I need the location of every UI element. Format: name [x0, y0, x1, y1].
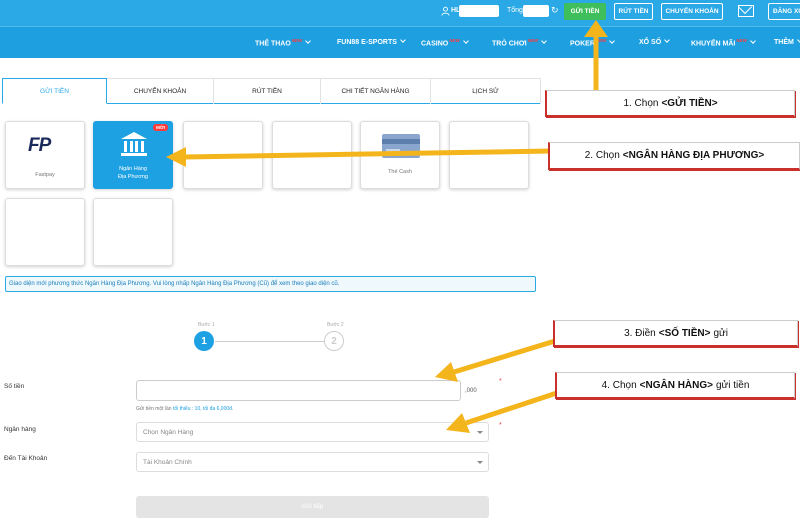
instruction-step-4: 4. Chọn <NGÂN HÀNG> gửi tiền — [555, 372, 795, 399]
method-label: Địa Phương — [118, 174, 148, 180]
method-label: Ngân Hàng — [119, 166, 147, 172]
withdraw-button[interactable]: RÚT TIỀN — [614, 3, 653, 20]
step-1-indicator: 1 — [194, 331, 214, 351]
bank-label: Ngân hàng — [4, 426, 36, 433]
step-1-label: Bước 1 — [198, 322, 215, 328]
chevron-down-icon — [541, 38, 548, 45]
account-label: Đến Tài Khoản — [4, 455, 48, 462]
chevron-down-icon — [305, 38, 312, 45]
method-empty[interactable] — [449, 121, 529, 189]
chevron-down-icon — [664, 37, 671, 43]
instruction-step-2: 2. Chọn <NGÂN HÀNG ĐỊA PHƯƠNG> — [548, 142, 800, 170]
submit-button[interactable]: Gửi tiếp — [136, 496, 489, 518]
method-fastpay[interactable]: FP Fastpay — [5, 121, 85, 189]
chevron-down-icon — [462, 38, 469, 45]
tab-history[interactable]: LỊCH SỬ — [431, 78, 541, 104]
instruction-step-3: 3. Điền <SỐ TIỀN> gửi — [553, 320, 798, 347]
chevron-down-icon — [609, 38, 616, 45]
step-2-indicator: 2 — [324, 331, 344, 351]
method-label: Fastpay — [35, 172, 55, 178]
card-icon — [382, 134, 420, 158]
new-badge: NEW — [595, 38, 607, 43]
amount-input[interactable] — [136, 380, 461, 401]
deposit-button[interactable]: GỬI TIỀN — [564, 3, 606, 20]
new-badge: MỚI — [153, 124, 168, 131]
method-empty[interactable] — [183, 121, 263, 189]
fastpay-logo: FP — [28, 135, 51, 156]
tab-deposit[interactable]: GỬI TIỀN — [2, 78, 107, 104]
caret-down-icon — [477, 461, 483, 464]
account-select-value: Tài Khoản Chính — [143, 459, 192, 466]
new-badge: NEW — [527, 38, 539, 43]
nav-games[interactable]: TRÒ CHƠINEW — [492, 38, 548, 47]
bank-select-value: Chọn Ngân Hàng — [143, 429, 194, 436]
info-banner: Giao diện mới phương thức Ngân Hàng Địa … — [5, 276, 536, 292]
nav-more[interactable]: THÊM — [774, 37, 800, 46]
tab-transfer[interactable]: CHUYỂN KHOẢN — [107, 78, 214, 104]
method-local-bank[interactable]: MỚI Ngân Hàng Địa Phương — [93, 121, 173, 189]
nav-sports[interactable]: THỂ THAONEW — [255, 38, 312, 47]
amount-hint: Gửi tiền một lần tối thiểu : 10, tối đa … — [136, 406, 234, 412]
step-2-label: Bước 2 — [327, 322, 344, 328]
chevron-down-icon — [750, 38, 756, 45]
method-the-cash[interactable]: Thẻ Cash — [360, 121, 440, 189]
amount-label: Số tiền — [4, 383, 25, 390]
new-badge: NEW — [449, 38, 460, 43]
tab-bank-details[interactable]: CHI TIẾT NGÂN HÀNG — [321, 78, 431, 104]
username-mask — [459, 5, 499, 17]
login-button[interactable]: ĐĂNG XU — [768, 3, 800, 20]
balance-mask — [523, 5, 549, 17]
method-empty[interactable] — [93, 198, 173, 266]
required-mark: * — [499, 378, 502, 385]
tab-withdraw[interactable]: RÚT TIỀN — [214, 78, 321, 104]
mail-icon[interactable] — [738, 5, 754, 17]
user-icon — [441, 6, 450, 16]
nav-casino[interactable]: CASINONEW — [421, 38, 469, 47]
account-select[interactable]: Tài Khoản Chính — [136, 452, 489, 472]
step-connector — [215, 341, 324, 342]
chevron-down-icon — [400, 37, 406, 43]
instruction-step-1: 1. Chọn <GỬI TIỀN> — [545, 90, 795, 117]
nav-lottery[interactable]: XỔ SỐ — [639, 37, 671, 46]
bank-select[interactable]: Chọn Ngân Hàng — [136, 422, 489, 442]
nav-promotions[interactable]: KHUYẾN MÃINEW — [691, 38, 756, 47]
transfer-button[interactable]: CHUYỂN KHOẢN — [661, 3, 723, 20]
nav-esports[interactable]: FUN88 E-SPORTS — [337, 37, 406, 46]
method-empty[interactable] — [272, 121, 352, 189]
refresh-icon[interactable]: ↻ — [551, 5, 559, 16]
bank-icon — [121, 132, 147, 156]
required-mark: * — [499, 422, 502, 429]
nav-poker[interactable]: POKERNEW — [570, 38, 616, 47]
amount-suffix: ,000 — [465, 388, 477, 394]
method-empty[interactable] — [5, 198, 85, 266]
caret-down-icon — [477, 431, 483, 434]
payment-tabs: GỬI TIỀN CHUYỂN KHOẢN RÚT TIỀN CHI TIẾT … — [2, 78, 541, 104]
new-badge: NEW — [736, 38, 747, 43]
method-label: Thẻ Cash — [388, 169, 412, 175]
new-badge: NEW — [291, 38, 303, 43]
